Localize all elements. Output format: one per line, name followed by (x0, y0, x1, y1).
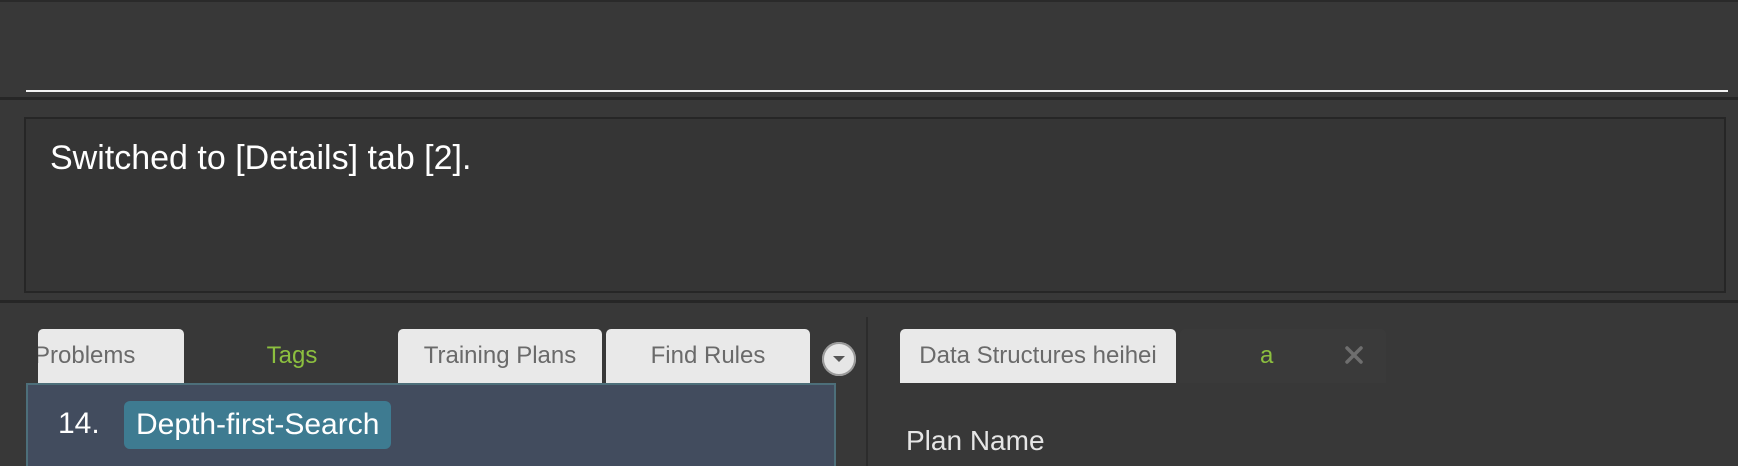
result-display: Switched to [Details] tab [2]. (24, 117, 1726, 293)
tab-data-structures[interactable]: Data Structures heihei (900, 329, 1176, 383)
tab-find-rules-label: Find Rules (650, 342, 766, 369)
app-window: Switched to [Details] tab [2]. Problems … (0, 0, 1738, 466)
tab-training-plans-label: Training Plans (423, 342, 577, 369)
tab-find-rules[interactable]: Find Rules (606, 329, 810, 383)
tab-problems-label: Problems (38, 342, 136, 369)
tab-problems[interactable]: Problems (38, 329, 184, 383)
tab-training-plans[interactable]: Training Plans (398, 329, 602, 383)
tab-tags[interactable]: Tags (188, 329, 396, 383)
list-item-index: 14. (58, 407, 100, 440)
split-divider[interactable] (866, 317, 868, 466)
tab-plan-a[interactable]: a (1180, 329, 1386, 383)
result-message: Switched to [Details] tab [2]. (50, 139, 472, 177)
tag-chip: Depth-first-Search (124, 401, 392, 449)
close-icon[interactable] (1342, 343, 1366, 367)
tag-list: 14. Depth-first-Search (26, 383, 836, 466)
plan-name-label: Plan Name (906, 425, 1045, 456)
tab-overflow-button[interactable] (822, 342, 856, 376)
tab-tags-label: Tags (266, 342, 318, 369)
command-input[interactable] (26, 14, 1728, 92)
main-split-pane: Problems Tags Training Plans Find Rules … (0, 303, 1738, 466)
command-box-pane (0, 0, 1738, 100)
chevron-down-icon (833, 356, 845, 362)
tab-plan-a-label: a (1260, 342, 1274, 369)
result-display-pane: Switched to [Details] tab [2]. (0, 103, 1738, 303)
tab-data-structures-label: Data Structures heihei (919, 342, 1157, 369)
